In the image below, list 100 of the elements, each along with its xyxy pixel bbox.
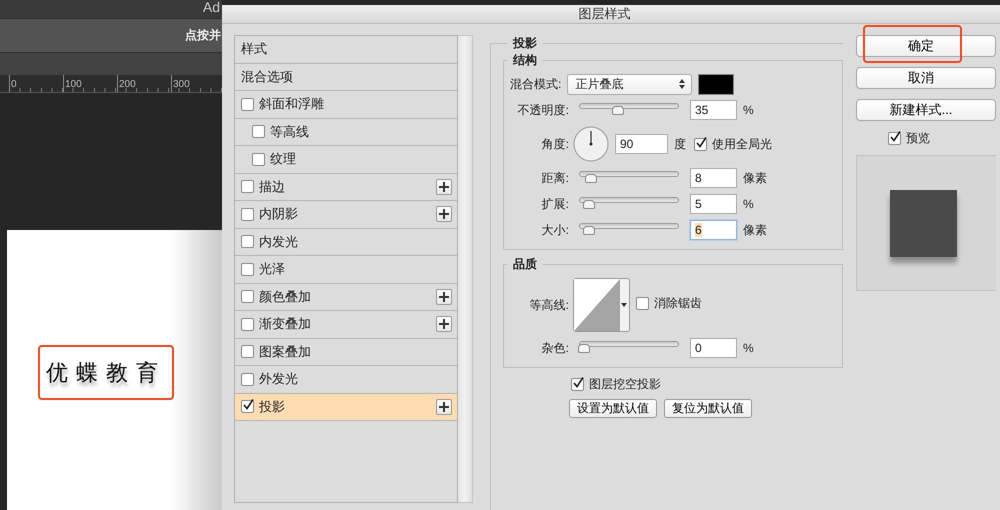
input-field[interactable]: 90 [615, 134, 668, 154]
style-label: 光泽 [259, 260, 285, 278]
dialog-button[interactable]: 确定 [856, 35, 996, 57]
app-title: Ad [202, 0, 220, 14]
style-item[interactable]: 混合选项 [235, 64, 457, 91]
input-field[interactable]: 35 [690, 100, 737, 120]
field-label: 距离: [540, 170, 569, 186]
field-label: 等高线: [528, 296, 569, 314]
style-item[interactable]: 内阴影 [235, 201, 457, 228]
checkbox[interactable] [888, 132, 901, 145]
unit-label: % [743, 197, 754, 211]
checkbox[interactable] [241, 290, 254, 304]
style-label: 渐变叠加 [259, 315, 311, 334]
contour-picker[interactable] [573, 278, 630, 332]
dialog-button[interactable]: 取消 [856, 67, 996, 89]
checkbox[interactable] [252, 125, 265, 138]
options-text: 点按并 [185, 27, 221, 44]
checkbox[interactable] [241, 98, 254, 111]
style-label: 外发光 [259, 370, 298, 388]
slider[interactable] [576, 341, 680, 353]
add-button[interactable] [436, 316, 452, 332]
field-label: 杂色: [540, 340, 569, 356]
angle-dial [573, 126, 609, 162]
plus-icon [439, 209, 449, 220]
color-swatch[interactable] [698, 74, 734, 94]
checkbox[interactable] [241, 318, 254, 331]
checkbox[interactable] [241, 372, 254, 386]
plus-icon [439, 402, 449, 412]
style-label: 混合选项 [241, 68, 293, 86]
style-item[interactable]: 图案叠加 [235, 338, 457, 366]
group-title: 结构 [512, 52, 538, 69]
checkbox[interactable] [241, 235, 254, 248]
checkmark-icon [572, 377, 584, 389]
ruler-label: 200 [118, 79, 136, 90]
field-label: 大小: [540, 222, 569, 238]
style-label: 样式 [241, 40, 267, 58]
checkmark-icon [889, 131, 901, 143]
add-button[interactable] [436, 206, 452, 222]
ruler-label: 100 [64, 79, 82, 90]
checkbox[interactable] [636, 297, 649, 310]
unit-label: 度 [674, 136, 686, 152]
style-label: 图案叠加 [259, 342, 311, 361]
unit-label: % [743, 103, 754, 117]
add-button[interactable] [436, 398, 452, 415]
checkbox-label: 预览 [906, 130, 930, 147]
style-item[interactable]: 等高线 [235, 118, 457, 146]
style-label: 等高线 [270, 122, 309, 141]
add-button[interactable] [436, 288, 452, 305]
checkbox[interactable] [571, 378, 584, 391]
style-item[interactable]: 渐变叠加 [235, 311, 457, 338]
style-item[interactable]: 内发光 [235, 228, 457, 256]
checkmark-icon [695, 136, 707, 148]
dialog-title: 图层样式 [578, 5, 630, 23]
contour-curve-icon [574, 279, 620, 331]
checkmark-icon [242, 399, 254, 412]
input-field[interactable]: 8 [690, 168, 737, 188]
style-item[interactable]: 投影 [235, 394, 457, 421]
style-item[interactable]: 斜面和浮雕 [235, 91, 457, 118]
checkbox[interactable] [241, 208, 254, 221]
style-item[interactable]: 颜色叠加 [235, 284, 457, 311]
add-button[interactable] [436, 178, 452, 195]
logo-text: 优蝶教育 [46, 361, 166, 386]
style-item[interactable]: 描边 [235, 174, 457, 201]
unit-label: 像素 [743, 170, 767, 186]
input-field[interactable]: 5 [690, 194, 737, 214]
group-title: 品质 [512, 256, 538, 273]
input-field[interactable]: 6 [690, 220, 737, 240]
plus-icon [439, 292, 449, 302]
style-label: 内发光 [259, 232, 298, 251]
style-item[interactable]: 样式 [235, 36, 457, 64]
style-label: 颜色叠加 [259, 288, 311, 306]
default-button[interactable]: 设置为默认值 [569, 399, 657, 418]
style-label: 描边 [259, 178, 285, 196]
preview-square [890, 190, 957, 257]
input-field[interactable]: 0 [690, 338, 737, 358]
field-label: 扩展: [540, 196, 569, 212]
checkbox[interactable] [241, 345, 254, 358]
dialog-button[interactable]: 新建样式... [856, 99, 996, 121]
blend-mode-dropdown[interactable]: 正片叠底 [567, 74, 692, 94]
unit-label: 像素 [743, 222, 767, 238]
ruler-label: 0 [10, 79, 17, 90]
style-label: 内阴影 [259, 205, 298, 224]
updown-icon [679, 79, 686, 89]
field-label: 角度: [540, 136, 569, 152]
checkbox[interactable] [252, 152, 265, 166]
style-item[interactable]: 纹理 [235, 146, 457, 174]
checkbox-label: 消除锯齿 [654, 295, 702, 312]
default-button[interactable]: 复位为默认值 [664, 399, 752, 418]
checkbox[interactable] [241, 400, 254, 414]
ruler-label: 300 [172, 79, 190, 90]
style-label: 投影 [259, 398, 285, 416]
group-title: 投影 [512, 35, 538, 52]
checkbox-label: 使用全局光 [712, 136, 772, 152]
checkbox[interactable] [241, 262, 254, 276]
checkbox-label: 图层挖空投影 [589, 376, 661, 393]
style-item[interactable]: 光泽 [235, 256, 457, 284]
field-label: 混合模式: [510, 76, 562, 92]
style-label: 纹理 [270, 150, 296, 168]
checkbox[interactable] [241, 180, 254, 194]
checkbox[interactable] [694, 138, 707, 150]
